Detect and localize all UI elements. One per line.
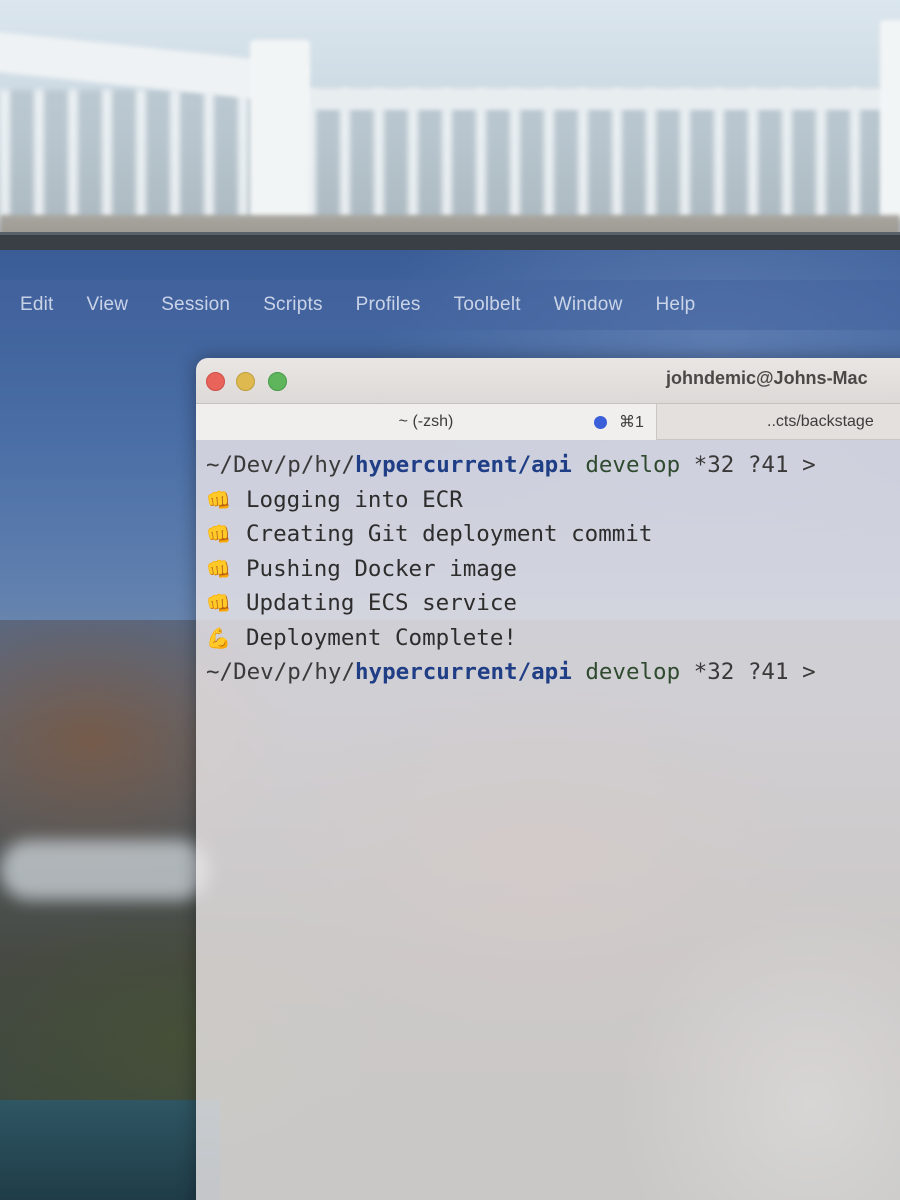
output-text: Logging into ECR — [246, 486, 463, 513]
background-scene — [0, 0, 900, 250]
menu-window[interactable]: Window — [554, 294, 623, 316]
maximize-window-button[interactable] — [268, 372, 287, 391]
wallpaper-sea — [0, 1100, 220, 1200]
prompt-path-prefix: ~/Dev/p/hy/ — [206, 452, 356, 478]
menu-edit[interactable]: Edit — [20, 294, 54, 316]
tab-label: ..cts/backstage — [767, 413, 874, 430]
menu-help[interactable]: Help — [656, 294, 696, 316]
prompt-path-highlight: hypercurrent — [355, 452, 518, 478]
railing-post — [250, 40, 310, 220]
output-text: Updating ECS service — [246, 590, 517, 616]
output-line: 👊 Updating ECS service — [206, 586, 900, 621]
output-text: Pushing Docker image — [246, 555, 517, 582]
git-branch: develop — [585, 452, 681, 478]
git-modified-count: *32 — [693, 452, 735, 478]
terminal-output[interactable]: ~/Dev/p/hy/hypercurrent/api develop *32 … — [196, 440, 900, 1200]
wallpaper-cloud — [0, 840, 210, 900]
git-untracked-count: ?41 — [747, 452, 789, 478]
activity-indicator-icon — [594, 416, 607, 429]
menu-session[interactable]: Session — [161, 294, 230, 316]
output-line: 👊 Creating Git deployment commit — [206, 517, 900, 552]
minimize-window-button[interactable] — [236, 372, 255, 391]
output-line: 👊 Logging into ECR — [206, 483, 900, 518]
fist-icon: 👊 — [206, 591, 231, 615]
railing-post — [880, 20, 900, 220]
flexed-biceps-icon: 💪 — [206, 625, 231, 650]
output-line: 👊 Pushing Docker image — [206, 552, 900, 587]
laptop-screen: Edit View Session Scripts Profiles Toolb… — [0, 250, 900, 1200]
prompt-path-prefix: ~/Dev/p/hy/ — [206, 659, 356, 685]
window-titlebar[interactable]: johndemic@Johns-Mac — [196, 358, 900, 404]
window-title: johndemic@Johns-Mac — [666, 368, 868, 388]
prompt-symbol: > — [802, 452, 816, 478]
terminal-window: johndemic@Johns-Mac ~ (-zsh) ⌘1 ..cts/ba… — [196, 358, 900, 1200]
fist-icon: 👊 — [206, 556, 231, 581]
prompt-line: ~/Dev/p/hy/hypercurrent/api develop *32 … — [206, 448, 900, 483]
menu-scripts[interactable]: Scripts — [263, 294, 322, 316]
menu-bar: Edit View Session Scripts Profiles Toolb… — [0, 280, 900, 330]
menu-toolbelt[interactable]: Toolbelt — [454, 294, 521, 316]
tab-label: ~ (-zsh) — [398, 413, 454, 430]
menu-profiles[interactable]: Profiles — [356, 294, 421, 316]
prompt-line: ~/Dev/p/hy/hypercurrent/api develop *32 … — [206, 655, 900, 690]
tab-backstage[interactable]: ..cts/backstage — [656, 404, 900, 440]
tab-zsh[interactable]: ~ (-zsh) ⌘1 — [196, 404, 656, 440]
git-modified-count: *32 — [693, 659, 735, 685]
prompt-path-highlight: hypercurrent — [355, 659, 518, 685]
railing-top-right — [300, 88, 900, 110]
close-window-button[interactable] — [206, 372, 225, 391]
prompt-path-suffix: /api — [517, 659, 572, 685]
git-branch: develop — [585, 659, 681, 685]
tab-bar: ~ (-zsh) ⌘1 ..cts/backstage — [196, 404, 900, 440]
menu-view[interactable]: View — [87, 294, 129, 316]
prompt-symbol: > — [802, 659, 816, 685]
tab-shortcut: ⌘1 — [619, 414, 644, 431]
output-text: Deployment Complete! — [246, 624, 517, 651]
output-text: Creating Git deployment commit — [246, 521, 653, 547]
prompt-path-suffix: /api — [517, 452, 572, 478]
fist-icon: 👊 — [206, 487, 231, 512]
output-line: 💪 Deployment Complete! — [206, 621, 900, 656]
fist-icon: 👊 — [206, 522, 231, 546]
git-untracked-count: ?41 — [747, 659, 789, 685]
